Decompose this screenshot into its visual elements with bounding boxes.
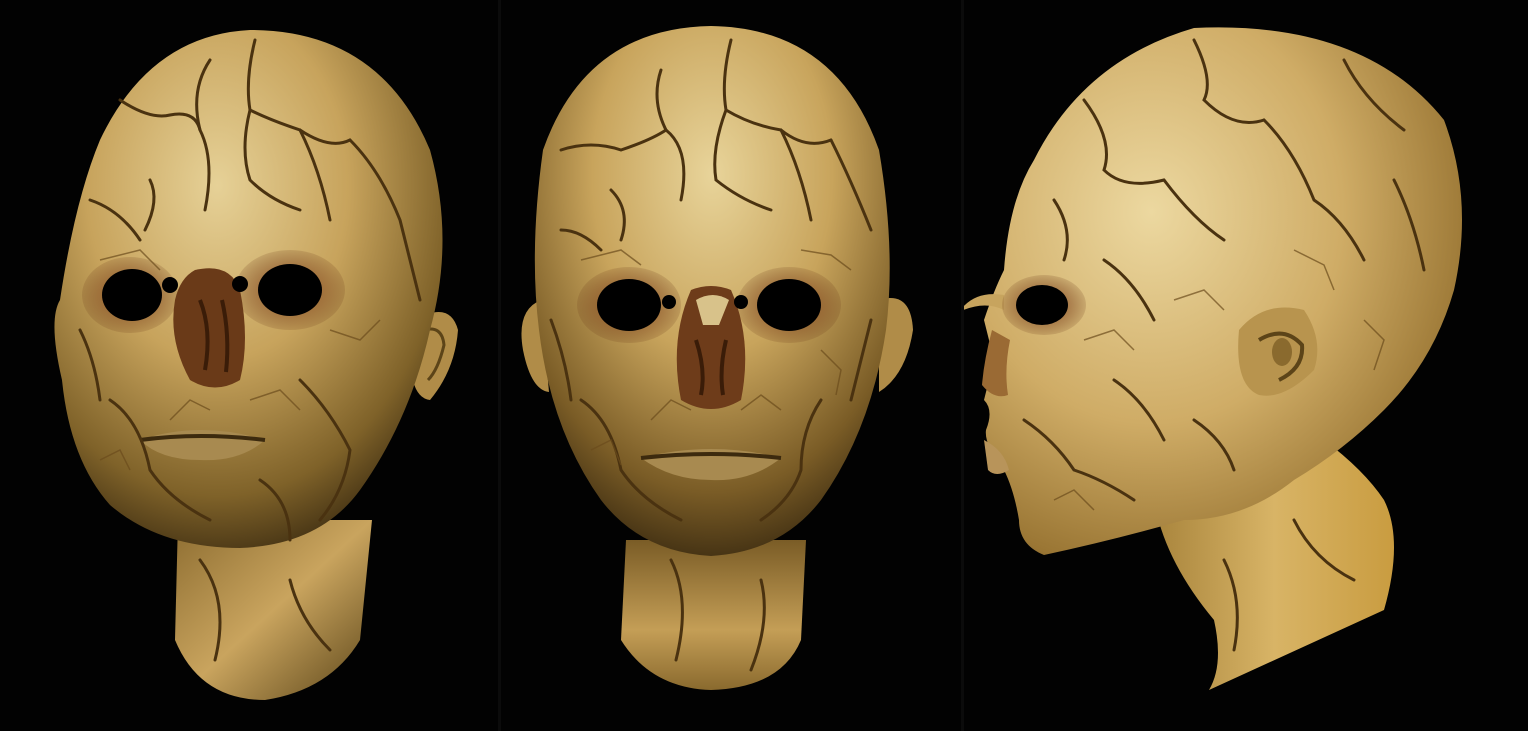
left-eye-socket — [102, 269, 162, 321]
head-sculpt-three-quarter — [54, 30, 458, 700]
head-view-profile — [964, 0, 1528, 731]
render-canvas — [0, 0, 1528, 731]
right-eye-socket — [258, 264, 322, 316]
head-view-three-quarter — [0, 0, 498, 731]
head-sculpt-front — [521, 26, 913, 690]
left-eye-socket — [597, 279, 661, 331]
eye-socket — [1016, 285, 1068, 325]
nose — [982, 330, 1010, 397]
neck — [621, 540, 806, 690]
neck — [175, 520, 372, 700]
right-eye-socket — [757, 279, 821, 331]
head-view-front — [501, 0, 961, 731]
head-sculpt-profile — [964, 27, 1462, 690]
